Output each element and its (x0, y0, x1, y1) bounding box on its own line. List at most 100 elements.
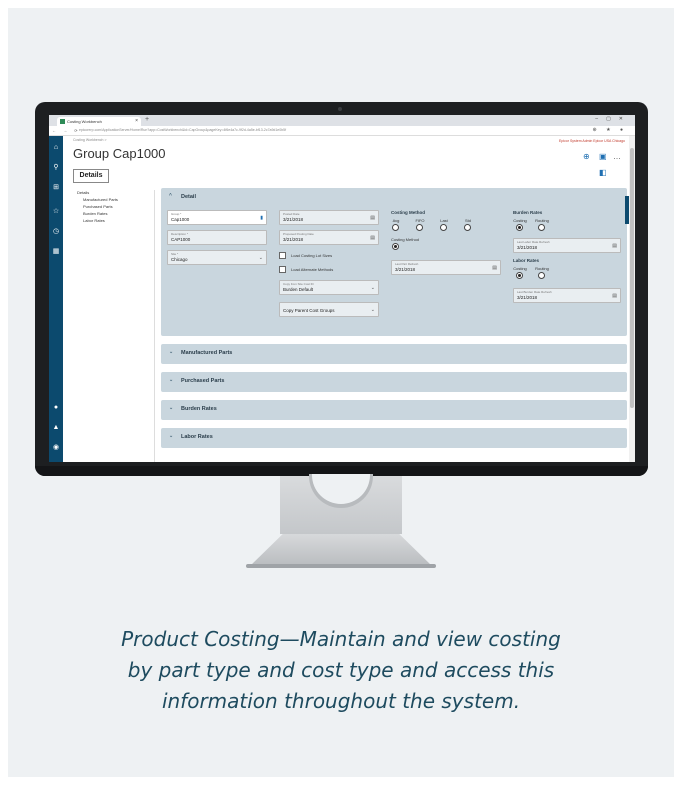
last-part-refresh-label: Last Part Refresh (395, 262, 419, 266)
labor-routing-label: Routing (535, 266, 549, 271)
save-icon[interactable]: ▣ (599, 152, 607, 161)
scrollbar[interactable] (629, 136, 635, 462)
last-labor-value: 3/21/2018 (517, 245, 538, 250)
url-field[interactable]: epicorerp.com/ApplicationServer/Home/Run… (75, 128, 515, 135)
site-field[interactable]: Site * Chicago ⌄ (167, 250, 267, 265)
burden-rates-panel[interactable]: ⌄ Burden Rates (161, 400, 627, 420)
detail-header-label: Detail (181, 194, 196, 200)
proposed-posting-label: Proposed Posting Date (283, 232, 314, 236)
last-labor-refresh-field[interactable]: Last Labor Rate Refresh 3/21/2018 ▤ (513, 238, 621, 253)
detail-header[interactable]: ^ Detail (161, 188, 627, 200)
burden-costing-radio[interactable] (516, 224, 523, 231)
labor-costing-radio[interactable] (516, 272, 523, 279)
apps-icon[interactable]: ▦ (52, 248, 60, 256)
left-nav-rail: ⌂ ⚲ ⊞ ☆ ◷ ▦ ● ▲ ◉ (49, 136, 63, 462)
group-field[interactable]: Group * Cap1000 ▮ (167, 210, 267, 225)
description-field[interactable]: Description * CAP1000 (167, 230, 267, 245)
panel-icon[interactable]: ◧ (599, 168, 607, 177)
purchased-parts-panel[interactable]: ⌄ Purchased Parts (161, 372, 627, 392)
favicon-icon (60, 119, 65, 124)
load-alternate-label: Load Alternate Methods (291, 267, 334, 272)
load-costing-checkbox[interactable] (279, 252, 286, 259)
burden-costing-label: Costing (513, 218, 527, 223)
calendar-icon[interactable]: ▤ (492, 265, 497, 271)
lookup-icon[interactable]: ▮ (260, 215, 263, 221)
manufactured-parts-panel[interactable]: ⌄ Manufactured Parts (161, 344, 627, 364)
caption-line-3: information throughout the system. (161, 689, 521, 713)
proposed-posting-value: 3/21/2018 (283, 237, 304, 242)
method-fifo-radio[interactable] (416, 224, 423, 231)
last-burden-refresh-field[interactable]: Last Burden Rate Refresh 3/21/2018 ▤ (513, 288, 621, 303)
history-icon[interactable]: ◷ (52, 228, 60, 236)
calendar-icon[interactable]: ▤ (370, 235, 375, 241)
method-avg-radio[interactable] (392, 224, 399, 231)
costing-method-radio[interactable] (392, 243, 399, 250)
window-controls[interactable]: –▢✕ (595, 116, 631, 122)
more-icon[interactable]: … (613, 152, 621, 161)
grid-icon[interactable]: ⊞ (52, 184, 60, 192)
method-last-radio[interactable] (440, 224, 447, 231)
posted-date-value: 3/21/2018 (283, 217, 304, 222)
tree-item-purchased-parts[interactable]: Purchased Parts (83, 204, 154, 209)
extension-icons[interactable]: ⊕ ★ ● (593, 127, 627, 133)
labor-costing-label: Costing (513, 266, 527, 271)
burden-routing-label: Routing (535, 218, 549, 223)
monitor-bezel: Costing Workbench × + –▢✕ ← → ⟳ epicorer… (35, 102, 648, 476)
description-label: Description * (171, 232, 189, 236)
add-icon[interactable]: ⊕ (583, 152, 590, 161)
page-title: Group Cap1000 (73, 146, 166, 161)
copy-parent-field[interactable]: Copy Parent Cost Groups ⌄ (279, 302, 379, 317)
scrollbar-thumb[interactable] (630, 148, 634, 408)
detail-panel: ^ Detail Group * Cap1000 ▮ Description *… (161, 188, 627, 336)
tree-item-burden-rates[interactable]: Burden Rates (83, 211, 154, 216)
load-alternate-checkbox[interactable] (279, 266, 286, 273)
tree-item-details[interactable]: Details (77, 190, 154, 195)
address-bar: ← → ⟳ epicorerp.com/ApplicationServer/Ho… (49, 126, 635, 136)
labor-rates-panel[interactable]: ⌄ Labor Rates (161, 428, 627, 448)
calendar-icon[interactable]: ▤ (370, 215, 375, 221)
copy-from-value: Burden Default (283, 287, 314, 292)
chevron-up-icon: ^ (169, 193, 172, 199)
caption-line-1: Product Costing—Maintain and view costin… (121, 627, 561, 651)
method-std-radio[interactable] (464, 224, 471, 231)
burden-rates-label: Burden Rates (181, 406, 217, 412)
user-context[interactable]: Epicor System Admin Epicor USA Chicago (559, 139, 625, 143)
posted-date-label: Posted Date (283, 212, 300, 216)
description-value: CAP1000 (171, 237, 191, 242)
tree-item-manufactured-parts[interactable]: Manufactured Parts (83, 197, 154, 202)
content-panels: ^ Detail Group * Cap1000 ▮ Description *… (161, 188, 627, 462)
close-tab-icon[interactable]: × (135, 118, 138, 124)
chevron-down-icon: ⌄ (169, 377, 174, 383)
user-icon[interactable]: ◉ (52, 444, 60, 452)
last-part-refresh-field[interactable]: Last Part Refresh 3/21/2018 ▤ (391, 260, 501, 275)
group-value: Cap1000 (171, 217, 190, 222)
tree-item-labor-rates[interactable]: Labor Rates (83, 218, 154, 223)
labor-routing-radio[interactable] (538, 272, 545, 279)
breadcrumb[interactable]: Costing Workbench > (73, 138, 107, 142)
manufactured-parts-label: Manufactured Parts (181, 350, 233, 356)
copy-from-field[interactable]: Copy from Site Cost ID Burden Default ⌄ (279, 280, 379, 295)
copy-from-label: Copy from Site Cost ID (283, 282, 314, 286)
browser-tab[interactable]: Costing Workbench × (57, 117, 141, 126)
monitor-screen: Costing Workbench × + –▢✕ ← → ⟳ epicorer… (49, 115, 635, 462)
monitor-base-edge (246, 564, 436, 568)
new-tab-button[interactable]: + (145, 116, 149, 123)
costing-method-title: Costing Method (391, 210, 425, 215)
burden-routing-radio[interactable] (538, 224, 545, 231)
search-icon[interactable]: ⚲ (52, 164, 60, 172)
chevron-down-icon: ⌄ (169, 349, 174, 355)
bell-icon[interactable]: ▲ (52, 424, 60, 432)
chevron-down-icon: ⌄ (169, 433, 174, 439)
labor-rates-label: Labor Rates (181, 434, 213, 440)
star-icon[interactable]: ☆ (52, 208, 60, 216)
details-button[interactable]: Details (73, 169, 109, 183)
help-icon[interactable]: ● (52, 404, 60, 412)
posted-date-field[interactable]: Posted Date 3/21/2018 ▤ (279, 210, 379, 225)
home-icon[interactable]: ⌂ (52, 144, 60, 152)
calendar-icon[interactable]: ▤ (612, 243, 617, 249)
labor-rates-title: Labor Rates (513, 258, 540, 263)
site-value: Chicago (171, 257, 188, 262)
calendar-icon[interactable]: ▤ (612, 293, 617, 299)
method-last-label: Last (440, 218, 448, 223)
proposed-posting-field[interactable]: Proposed Posting Date 3/21/2018 ▤ (279, 230, 379, 245)
